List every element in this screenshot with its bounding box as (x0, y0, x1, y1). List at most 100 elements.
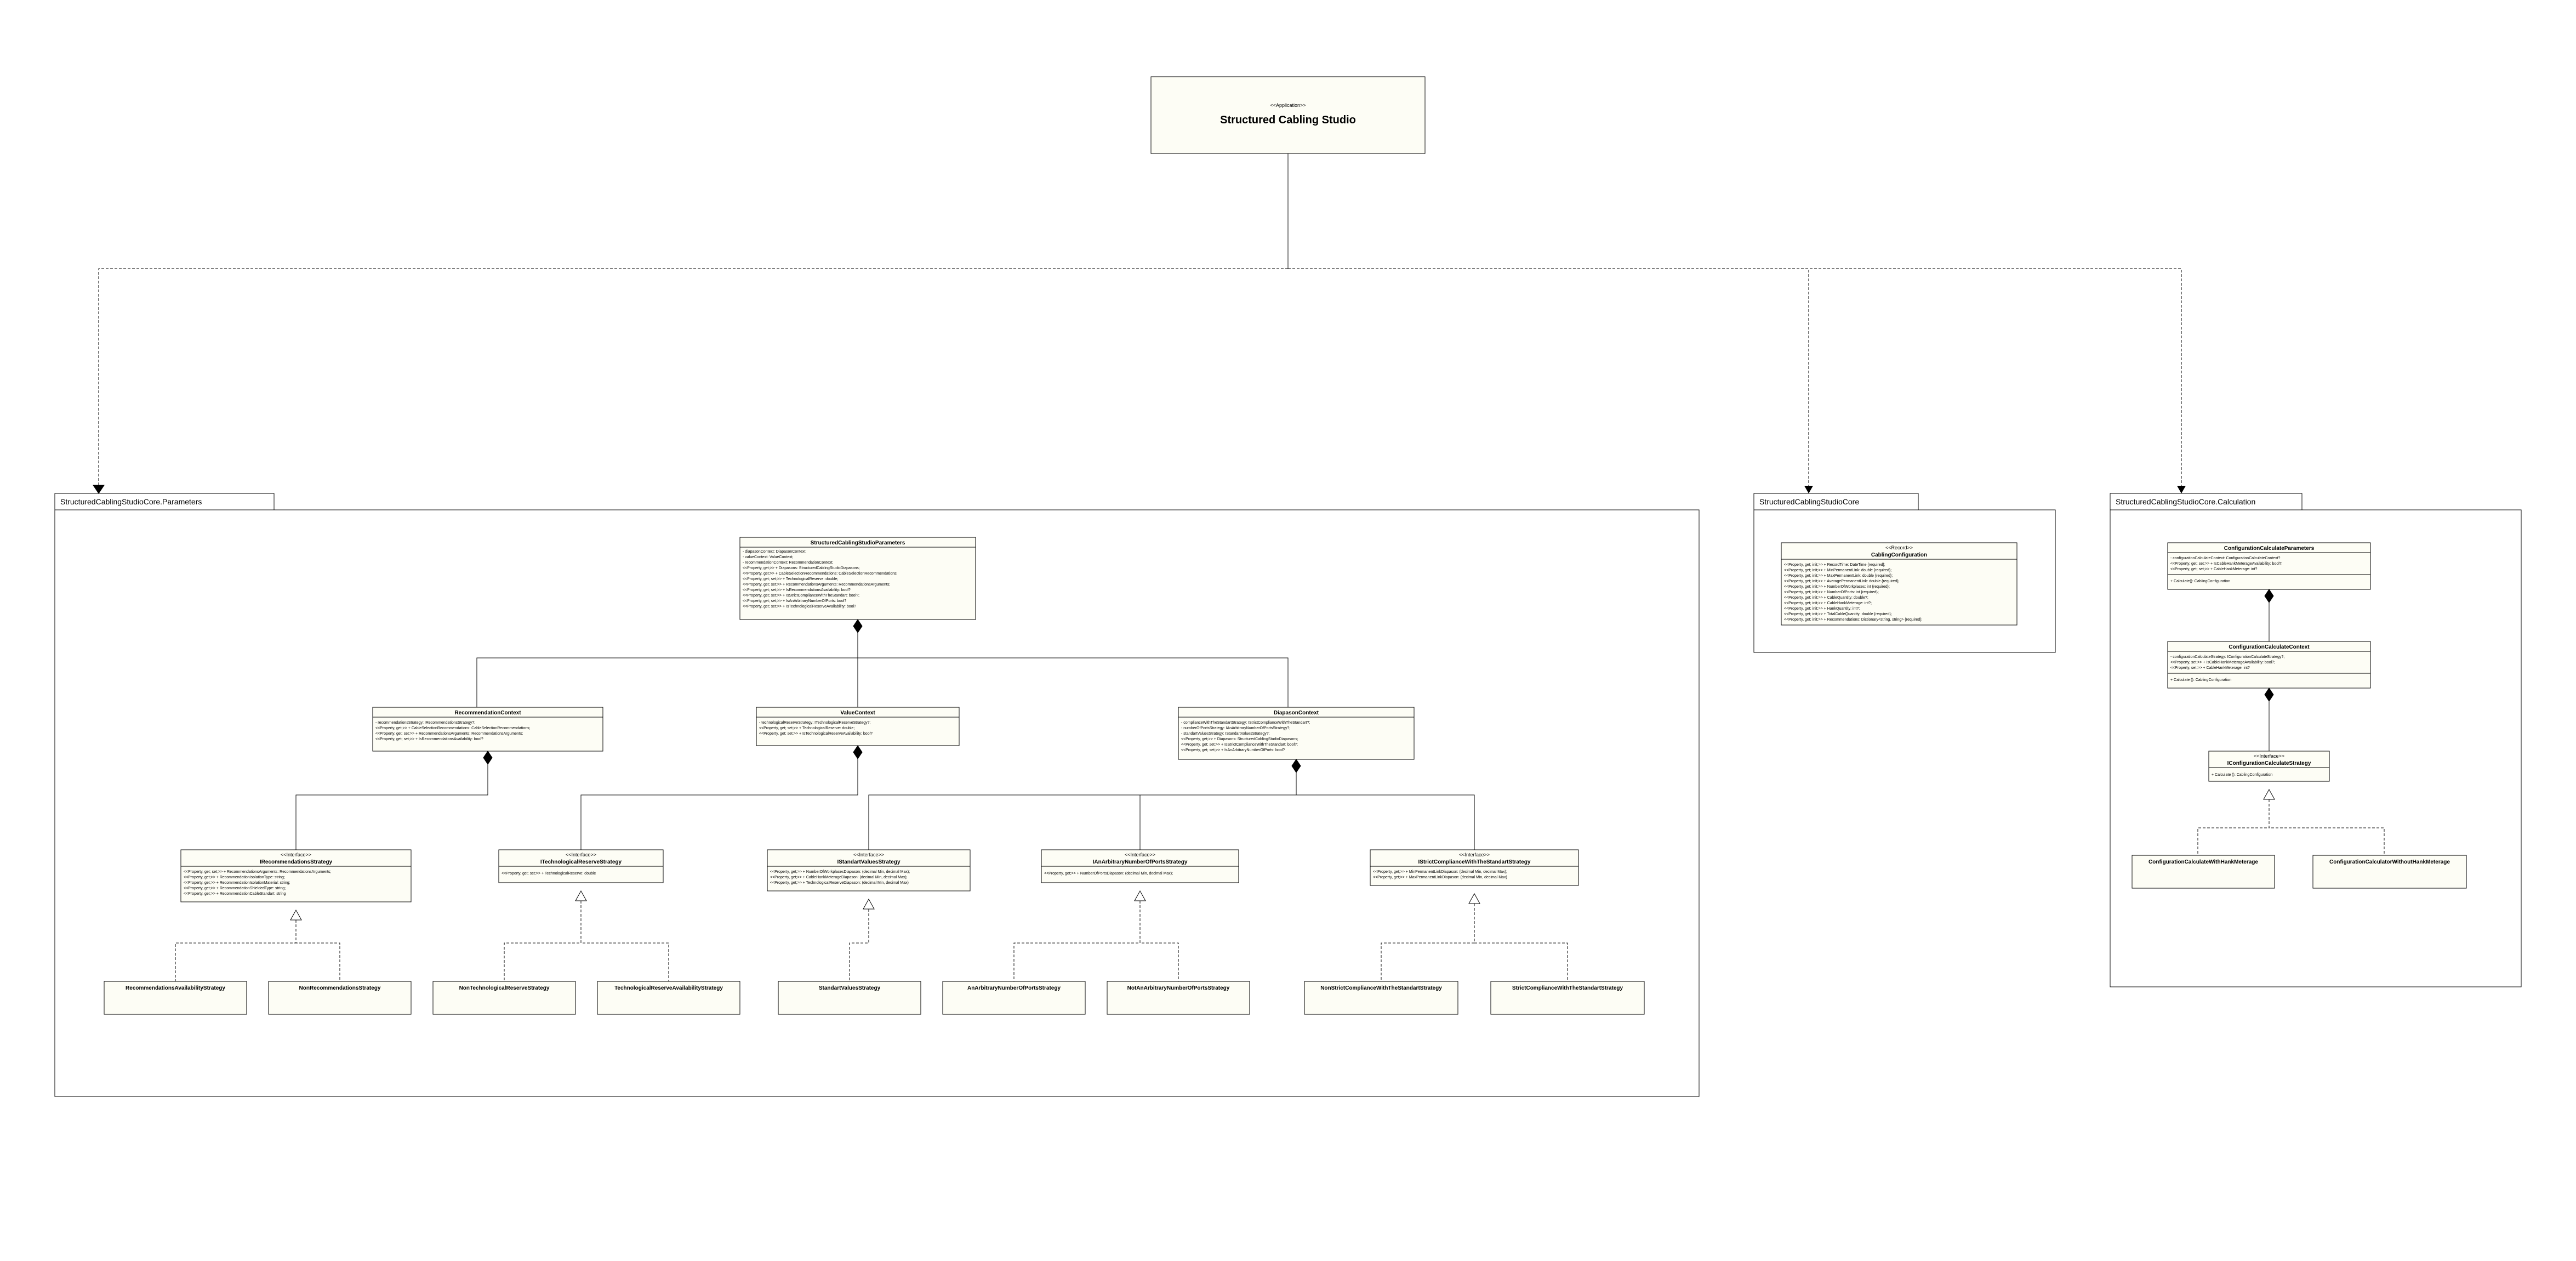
svg-text:<<Interface>>: <<Interface>> (1125, 852, 1155, 857)
class-value-context: ValueContext - technologicalReserveStrat… (756, 707, 959, 746)
pkg-calc-label: StructuredCablingStudioCore.Calculation (2116, 497, 2255, 506)
svg-text:ConfigurationCalculateWithHank: ConfigurationCalculateWithHankMeterage (2148, 859, 2258, 865)
svg-text:<<Property, get;>> + CableHank: <<Property, get;>> + CableHankMeterageDi… (770, 876, 908, 879)
svg-text:IConfigurationCalculateStrateg: IConfigurationCalculateStrategy (2227, 760, 2311, 766)
svg-text:<<Interface>>: <<Interface>> (1459, 852, 1490, 857)
svg-text:TechnologicalReserveAvailabili: TechnologicalReserveAvailabilityStrategy (614, 985, 723, 991)
class-diapason-context: DiapasonContext - complianceWithTheStand… (1178, 707, 1414, 759)
svg-text:+ Calculate (): CablingConfigu: + Calculate (): CablingConfiguration (2170, 678, 2231, 682)
pkg-core-label: StructuredCablingStudioCore (1759, 497, 1859, 506)
svg-text:- configurationCalculateStrate: - configurationCalculateStrategy: IConfi… (2170, 655, 2284, 659)
class-cabling-configuration: <<Record>> CablingConfiguration <<Proper… (1781, 543, 2017, 625)
svg-text:ITechnologicalReserveStrategy: ITechnologicalReserveStrategy (540, 859, 622, 865)
svg-text:IStandartValuesStrategy: IStandartValuesStrategy (837, 859, 900, 865)
svg-text:<<Property, get;>> + MaxPerman: <<Property, get;>> + MaxPermanentLinkDia… (1373, 876, 1507, 879)
svg-text:IAnArbitraryNumberOfPortsStrat: IAnArbitraryNumberOfPortsStrategy (1093, 859, 1188, 865)
svg-text:StrictComplianceWithTheStandar: StrictComplianceWithTheStandartStrategy (1512, 985, 1623, 991)
svg-text:IStrictComplianceWithTheStanda: IStrictComplianceWithTheStandartStrategy (1418, 859, 1531, 865)
svg-text:NonRecommendationsStrategy: NonRecommendationsStrategy (299, 985, 381, 991)
svg-text:RecommendationsAvailabilityStr: RecommendationsAvailabilityStrategy (126, 985, 225, 991)
svg-text:<<Property, get;>> + CableSele: <<Property, get;>> + CableSelectionRecom… (375, 726, 531, 730)
svg-text:<<Property, get;>> + Recommend: <<Property, get;>> + RecommendationIsola… (184, 876, 285, 879)
svg-text:<<Property, get; set;>> + IsSt: <<Property, get; set;>> + IsStrictCompli… (1181, 743, 1298, 747)
leaf-l1: RecommendationsAvailabilityStrategy (104, 981, 247, 1014)
pkg-params-label: StructuredCablingStudioCore.Parameters (60, 497, 202, 506)
svg-text:- complianceWithTheStandartStr: - complianceWithTheStandartStrategy: ISt… (1181, 721, 1310, 725)
interface-ianarbitrary: <<Interface>> IAnArbitraryNumberOfPortsS… (1041, 850, 1239, 883)
leaf-c2: ConfigurationCalculatorWithoutHankMetera… (2313, 855, 2466, 888)
svg-text:<<Property, get; set;>> + IsRe: <<Property, get; set;>> + IsRecommendati… (375, 737, 483, 741)
svg-text:<<Property, get;>> + Recommend: <<Property, get;>> + RecommendationShiel… (184, 887, 286, 890)
svg-text:<<Property, get;>> + Diapasons: <<Property, get;>> + Diapasons: Structur… (743, 566, 860, 570)
svg-text:<<Property, get; init;>> + Num: <<Property, get; init;>> + NumberOfWorkp… (1784, 585, 1890, 589)
app-stereotype: <<Application>> (1270, 103, 1306, 108)
svg-text:ValueContext: ValueContext (840, 710, 875, 716)
svg-text:ConfigurationCalculatorWithout: ConfigurationCalculatorWithoutHankMetera… (2329, 859, 2450, 865)
svg-text:<<Property, set;>> + CableHank: <<Property, set;>> + CableHankMeterage: … (2170, 666, 2250, 670)
svg-text:<<Property, get;>> + CableSele: <<Property, get;>> + CableSelectionRecom… (743, 572, 898, 576)
leaf-l6: AnArbitraryNumberOfPortsStrategy (943, 981, 1085, 1014)
svg-text:<<Property, get;>> + NumberOfW: <<Property, get;>> + NumberOfWorkplacesD… (770, 870, 910, 874)
svg-text:<<Property, get; set;>> + Reco: <<Property, get; set;>> + Recommendation… (184, 870, 331, 874)
svg-text:NotAnArbitraryNumberOfPortsStr: NotAnArbitraryNumberOfPortsStrategy (1127, 985, 1230, 991)
svg-text:<<Property, get; init;>> + Num: <<Property, get; init;>> + NumberOfPorts… (1784, 590, 1879, 594)
leaf-l2: NonRecommendationsStrategy (269, 981, 411, 1014)
svg-text:<<Interface>>: <<Interface>> (2254, 753, 2284, 759)
leaf-c1: ConfigurationCalculateWithHankMeterage (2132, 855, 2275, 888)
svg-text:<<Property, get; set;>> + Cabl: <<Property, get; set;>> + CableHankMeter… (2170, 567, 2258, 571)
svg-text:- configurationCalculateContex: - configurationCalculateContext: Configu… (2170, 556, 2280, 560)
svg-text:<<Property, get; init;>> + Rec: <<Property, get; init;>> + Recommendatio… (1784, 618, 1923, 622)
svg-text:ConfigurationCalculateContext: ConfigurationCalculateContext (2229, 644, 2310, 650)
svg-text:NonStrictComplianceWithTheStan: NonStrictComplianceWithTheStandartStrate… (1320, 985, 1442, 991)
svg-text:<<Property, get; init;>> + Cab: <<Property, get; init;>> + CableHankMete… (1784, 601, 1872, 605)
svg-text:<<Property, get; set;>> + Tech: <<Property, get; set;>> + TechnologicalR… (501, 872, 596, 876)
leaf-l8: NonStrictComplianceWithTheStandartStrate… (1304, 981, 1458, 1014)
svg-text:<<Property, get; set;>> + IsCa: <<Property, get; set;>> + IsCableHankMet… (2170, 562, 2283, 566)
class-calc-params: ConfigurationCalculateParameters - confi… (2168, 543, 2370, 589)
svg-text:<<Property, get; set;>> + Reco: <<Property, get; set;>> + Recommendation… (743, 583, 890, 587)
svg-text:+ Calculate(): CablingConfigur: + Calculate(): CablingConfiguration (2170, 580, 2230, 583)
leaf-l9: StrictComplianceWithTheStandartStrategy (1491, 981, 1644, 1014)
svg-text:IRecommendationsStrategy: IRecommendationsStrategy (260, 859, 333, 865)
svg-text:- numberOfPortsStrategy: IAnAr: - numberOfPortsStrategy: IAnArbitraryNum… (1181, 726, 1290, 730)
svg-text:- recommendationsStrategy: IRe: - recommendationsStrategy: IRecommendati… (375, 721, 475, 725)
leaf-l4: TechnologicalReserveAvailabilityStrategy (597, 981, 740, 1014)
svg-text:RecommendationContext: RecommendationContext (454, 710, 521, 716)
svg-text:- technologicalReserveStrategy: - technologicalReserveStrategy: ITechnol… (759, 721, 871, 725)
svg-text:- recommendationContext: Recom: - recommendationContext: RecommendationC… (743, 561, 833, 565)
svg-text:<<Interface>>: <<Interface>> (566, 852, 596, 857)
svg-text:<<Interface>>: <<Interface>> (281, 852, 311, 857)
interface-itechnological: <<Interface>> ITechnologicalReserveStrat… (499, 850, 663, 883)
interface-icalc: <<Interface>> IConfigurationCalculateStr… (2209, 751, 2329, 781)
svg-text:CablingConfiguration: CablingConfiguration (1871, 552, 1927, 558)
svg-text:<<Property, get;>> + Recommend: <<Property, get;>> + RecommendationIsola… (184, 881, 290, 885)
class-scsparameters: StructuredCablingStudioParameters - diap… (740, 537, 976, 620)
svg-text:<<Property, get; init;>> + Max: <<Property, get; init;>> + MaxPermanentL… (1784, 574, 1893, 578)
uml-diagram: <<Application>> Structured Cabling Studi… (0, 0, 2576, 1261)
class-calc-context: ConfigurationCalculateContext - configur… (2168, 641, 2370, 688)
svg-text:<<Property, get; set;>> + IsTe: <<Property, get; set;>> + IsTechnologica… (743, 605, 856, 609)
svg-text:<<Property, get; set;>> + Tech: <<Property, get; set;>> + TechnologicalR… (759, 726, 854, 730)
svg-text:<<Property, get; init;>> + Cab: <<Property, get; init;>> + CableQuantity… (1784, 596, 1868, 600)
svg-text:<<Property, get;>> + NumberOfP: <<Property, get;>> + NumberOfPortsDiapas… (1044, 872, 1173, 876)
svg-text:DiapasonContext: DiapasonContext (1274, 710, 1319, 716)
svg-text:<<Property, get;>> + Technolog: <<Property, get;>> + TechnologicalReserv… (770, 881, 909, 885)
class-recommendation-context: RecommendationContext - recommendationsS… (373, 707, 603, 751)
svg-text:<<Property, get; set;>> + IsAn: <<Property, get; set;>> + IsAnArbitraryN… (743, 599, 846, 603)
svg-text:StandartValuesStrategy: StandartValuesStrategy (819, 985, 881, 991)
leaf-l5: StandartValuesStrategy (778, 981, 921, 1014)
svg-text:<<Property, get; set;>> + IsTe: <<Property, get; set;>> + IsTechnologica… (759, 732, 873, 736)
svg-text:ConfigurationCalculateParamete: ConfigurationCalculateParameters (2224, 546, 2315, 552)
svg-text:- standartValuesStrategy: ISta: - standartValuesStrategy: IStandartValue… (1181, 732, 1270, 736)
app-title: Structured Cabling Studio (1220, 114, 1356, 126)
svg-text:<<Record>>: <<Record>> (1885, 545, 1913, 550)
interface-istrict: <<Interface>> IStrictComplianceWithTheSt… (1370, 850, 1578, 885)
svg-text:<<Property, get; set;>> + Tech: <<Property, get; set;>> + TechnologicalR… (743, 577, 838, 581)
svg-text:<<Property, get; init;>> + Ave: <<Property, get; init;>> + AveragePerman… (1784, 580, 1900, 583)
svg-text:<<Property, set;>> + IsCableHa: <<Property, set;>> + IsCableHankMeterage… (2170, 661, 2275, 664)
svg-text:<<Property, get; init;>> + Min: <<Property, get; init;>> + MinPermanentL… (1784, 569, 1891, 572)
svg-text:<<Property, get; init;>> + Rec: <<Property, get; init;>> + RecordTime: D… (1784, 563, 1885, 567)
svg-text:<<Property, get; init;>> + Tot: <<Property, get; init;>> + TotalCableQua… (1784, 612, 1892, 616)
svg-text:<<Property, get;>> + Recommend: <<Property, get;>> + RecommendationCable… (184, 892, 286, 896)
svg-text:- valueContext: ValueContext;: - valueContext: ValueContext; (743, 555, 794, 559)
